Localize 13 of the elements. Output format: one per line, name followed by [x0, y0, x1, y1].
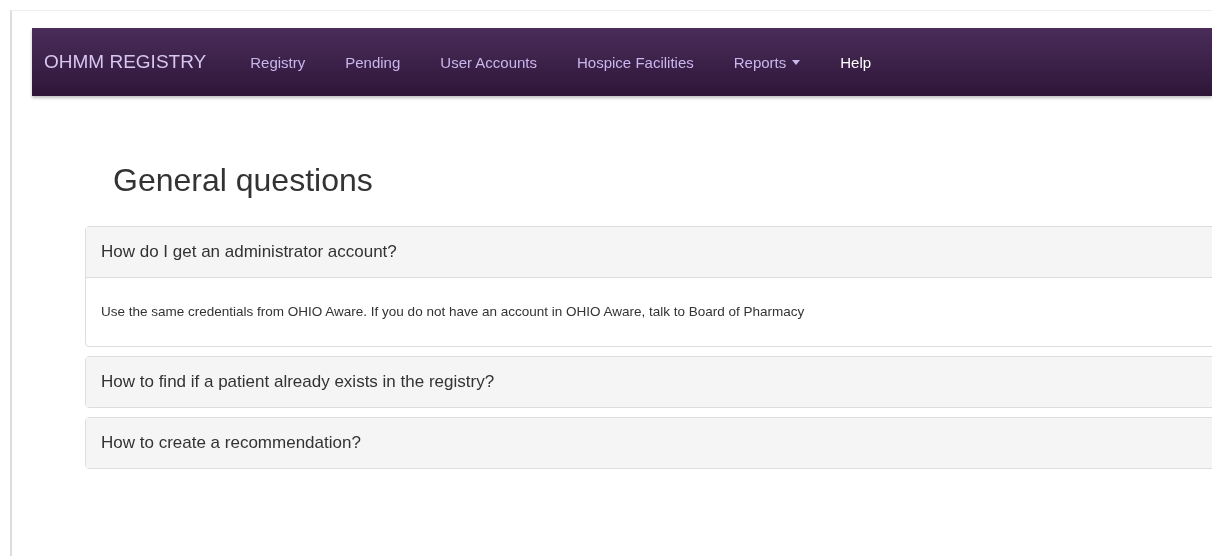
nav-link[interactable]: User Accounts: [420, 53, 557, 71]
nav-link[interactable]: Hospice Facilities: [557, 53, 714, 71]
faq-answer: Use the same credentials from OHIO Aware. If you do not have an account in OHIO Aware, talk to Board of Pharmacy: [86, 277, 1212, 346]
page-heading: General questions: [113, 161, 374, 200]
nav-link[interactable]: Registry: [230, 53, 326, 71]
faq-question[interactable]: How do I get an administrator account?: [86, 227, 1212, 277]
faq-question[interactable]: How to create a recommendation?: [86, 418, 1212, 468]
nav-link[interactable]: Help: [820, 53, 892, 71]
nav-dropdown[interactable]: Reports: [713, 53, 821, 71]
nav-link[interactable]: Pending: [325, 53, 421, 71]
caret-icon: [792, 59, 801, 65]
faq-question[interactable]: How to find if a patient already exists in the registry?: [86, 357, 1212, 407]
brand-link[interactable]: OHMM REGISTRY: [44, 51, 207, 73]
